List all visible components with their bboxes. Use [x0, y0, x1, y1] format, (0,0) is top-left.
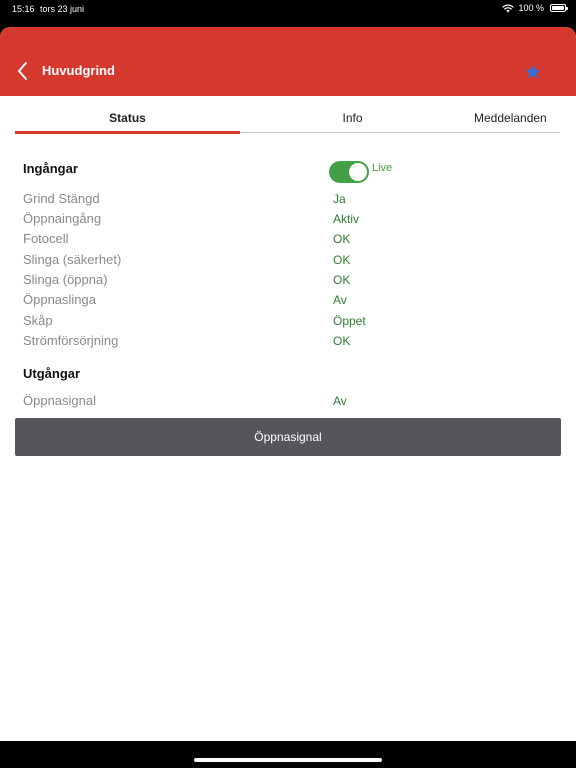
chevron-left-icon	[18, 62, 27, 80]
input-label: Öppnaslinga	[23, 292, 96, 307]
back-button[interactable]	[12, 59, 32, 83]
input-value: Öppet	[333, 314, 366, 328]
status-bar: 15:16 tors 23 juni 100 %	[0, 0, 576, 22]
inputs-section-title: Ingångar	[23, 161, 78, 176]
input-value: OK	[333, 232, 351, 246]
tab-info[interactable]: Info	[240, 111, 465, 125]
toggle-knob	[349, 163, 367, 181]
battery-icon	[550, 4, 568, 12]
outputs-section-title: Utgångar	[23, 366, 81, 381]
status-time: 15:16	[12, 4, 35, 14]
tab-active-indicator	[15, 131, 240, 134]
output-label: Öppnasignal	[23, 393, 96, 408]
input-value: OK	[333, 273, 351, 287]
tab-messages[interactable]: Meddelanden	[474, 111, 547, 125]
page-title: Huvudgrind	[42, 63, 115, 78]
open-signal-button[interactable]: Öppnasignal	[15, 418, 561, 456]
live-label: Live	[372, 162, 393, 174]
input-value: Ja	[333, 192, 346, 206]
status-right: 100 %	[502, 3, 568, 13]
app-sheet: Huvudgrind Status Info Meddelanden Ingån…	[0, 27, 576, 741]
output-value: Av	[333, 394, 347, 408]
input-label: Slinga (säkerhet)	[23, 252, 122, 267]
input-value: OK	[333, 334, 351, 348]
live-toggle[interactable]	[329, 161, 369, 183]
battery-percent: 100 %	[518, 3, 544, 13]
input-value: OK	[333, 253, 351, 267]
tab-status[interactable]: Status	[15, 111, 240, 125]
input-label: Slinga (öppna)	[23, 272, 108, 287]
star-icon[interactable]	[524, 63, 542, 81]
wifi-icon	[502, 4, 515, 12]
input-value: Aktiv	[333, 212, 360, 226]
input-label: Skåp	[23, 313, 53, 328]
home-indicator[interactable]	[194, 758, 382, 762]
tab-bar: Status Info Meddelanden	[0, 96, 576, 134]
input-label: Grind Stängd	[23, 191, 100, 206]
input-label: Öppnaingång	[23, 211, 102, 226]
status-date: tors 23 juni	[40, 4, 85, 14]
input-value: Av	[333, 293, 347, 307]
header-bar: Huvudgrind	[0, 27, 576, 96]
input-label: Strömförsörjning	[23, 333, 119, 348]
input-label: Fotocell	[23, 231, 69, 246]
